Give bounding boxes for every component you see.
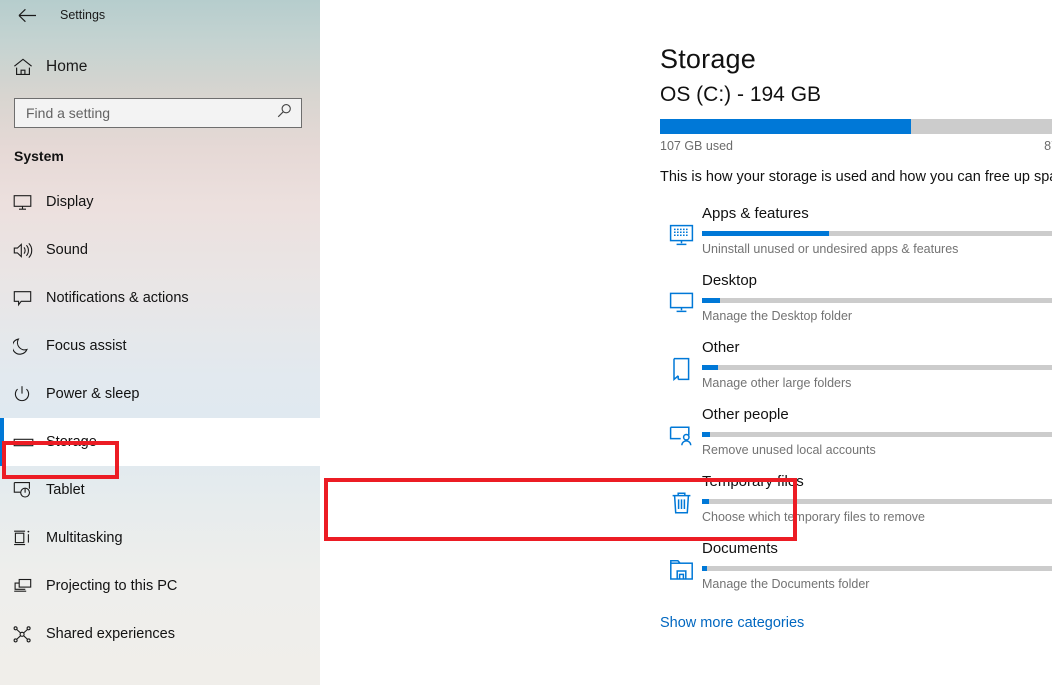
drive-name: OS (C:) - 194 GB — [660, 83, 822, 106]
drive-legend: 107 GB used 87.1 GB free — [660, 139, 1052, 153]
category-body: Other people 1.86 GB Remove unused local… — [702, 400, 1052, 467]
category-bar — [702, 499, 1052, 504]
category-description: Manage the Desktop folder — [702, 309, 853, 323]
drive-free-label: 87.1 GB free — [1044, 139, 1052, 153]
sidebar-item-display[interactable]: Display — [0, 178, 320, 226]
category-other[interactable]: Other 4.27 GB Manage other large folders — [660, 333, 1052, 400]
settings-window: Settings Home Find a setting System Disp… — [0, 0, 1052, 685]
category-bar — [702, 231, 1052, 236]
sidebar: Settings Home Find a setting System Disp… — [0, 0, 320, 685]
category-bar-fill — [702, 432, 711, 437]
search-input[interactable] — [15, 99, 301, 127]
category-apps-features[interactable]: Apps & features 33.8 GB Uninstall unused… — [660, 199, 1052, 266]
category-name: Other people — [702, 406, 789, 423]
sidebar-section-title: System — [14, 148, 64, 164]
shared-experiences-icon — [13, 625, 43, 643]
title-bar: Settings — [0, 0, 320, 30]
drive-used-label: 107 GB used — [660, 139, 733, 153]
category-name: Documents — [702, 540, 778, 557]
speaker-icon — [13, 242, 43, 259]
show-more-categories-link[interactable]: Show more categories — [660, 615, 804, 631]
category-body: Other 4.27 GB Manage other large folders — [702, 333, 1052, 400]
projecting-icon — [13, 578, 43, 595]
category-bar-fill — [702, 365, 719, 370]
apps-monitor-icon — [660, 199, 702, 266]
sidebar-item-projecting[interactable]: Projecting to this PC — [0, 562, 320, 610]
sidebar-item-label: Display — [46, 194, 94, 210]
category-description: Choose which temporary files to remove — [702, 510, 926, 524]
drive-usage-fill — [660, 119, 911, 134]
sidebar-item-shared-experiences[interactable]: Shared experiences — [0, 610, 320, 658]
moon-icon — [13, 337, 43, 355]
category-body: Temporary files 1.52 GB Choose which tem… — [702, 467, 1052, 534]
drive-usage-bar — [660, 119, 1052, 134]
category-bar — [702, 566, 1052, 571]
search-box[interactable] — [14, 98, 302, 128]
folded-page-icon — [660, 333, 702, 400]
desktop-monitor-icon — [660, 266, 702, 333]
search-icon[interactable] — [277, 103, 292, 123]
sidebar-item-label: Storage — [46, 434, 97, 450]
sidebar-item-notifications[interactable]: Notifications & actions — [0, 274, 320, 322]
sidebar-item-label: Notifications & actions — [46, 290, 189, 306]
sidebar-item-sound[interactable]: Sound — [0, 226, 320, 274]
trash-can-icon — [660, 467, 702, 534]
category-description: Manage the Documents folder — [702, 577, 870, 591]
category-body: Apps & features 33.8 GB Uninstall unused… — [702, 199, 1052, 266]
category-documents[interactable]: Documents 761 MB Manage the Documents fo… — [660, 534, 1052, 601]
sidebar-nav: Display Sound Notifications & actions Fo… — [0, 178, 320, 658]
search-container — [0, 84, 320, 128]
sidebar-item-label: Sound — [46, 242, 88, 258]
category-body: Desktop 4.79 GB Manage the Desktop folde… — [702, 266, 1052, 333]
sidebar-item-label: Shared experiences — [46, 626, 175, 642]
category-temporary-files[interactable]: Temporary files 1.52 GB Choose which tem… — [660, 467, 1052, 534]
category-description: Remove unused local accounts — [702, 443, 876, 457]
multitasking-icon — [13, 529, 43, 547]
sidebar-item-label: Power & sleep — [46, 386, 140, 402]
storage-drive-icon — [13, 436, 43, 449]
sidebar-item-label: Tablet — [46, 482, 85, 498]
user-monitor-icon — [660, 400, 702, 467]
category-name: Apps & features — [702, 205, 809, 222]
category-description: Uninstall unused or undesired apps & fea… — [702, 242, 959, 256]
sidebar-item-focus-assist[interactable]: Focus assist — [0, 322, 320, 370]
power-icon — [13, 385, 43, 403]
category-name: Desktop — [702, 272, 758, 289]
tablet-touch-icon — [13, 481, 43, 499]
category-description: Manage other large folders — [702, 376, 852, 390]
home-icon — [13, 58, 43, 76]
sidebar-item-storage[interactable]: Storage — [0, 418, 320, 466]
notification-icon — [13, 290, 43, 307]
category-name: Other — [702, 339, 740, 356]
back-arrow-icon[interactable] — [8, 2, 46, 28]
category-name: Temporary files — [702, 473, 804, 490]
sidebar-item-home[interactable]: Home — [0, 50, 320, 84]
category-bar — [702, 365, 1052, 370]
category-other-people[interactable]: Other people 1.86 GB Remove unused local… — [660, 400, 1052, 467]
sidebar-item-power-sleep[interactable]: Power & sleep — [0, 370, 320, 418]
category-bar — [702, 432, 1052, 437]
category-bar — [702, 298, 1052, 303]
main-content: Storage OS (C:) - 194 GB 107 GB used 87.… — [320, 0, 1052, 685]
category-bar-fill — [702, 298, 721, 303]
sidebar-item-label: Focus assist — [46, 338, 127, 354]
sidebar-item-tablet[interactable]: Tablet — [0, 466, 320, 514]
sidebar-item-multitasking[interactable]: Multitasking — [0, 514, 320, 562]
sidebar-item-label: Projecting to this PC — [46, 578, 178, 594]
category-desktop[interactable]: Desktop 4.79 GB Manage the Desktop folde… — [660, 266, 1052, 333]
category-bar-fill — [702, 231, 830, 236]
documents-folder-icon — [660, 534, 702, 601]
storage-category-list: Apps & features 33.8 GB Uninstall unused… — [660, 199, 1052, 601]
category-body: Documents 761 MB Manage the Documents fo… — [702, 534, 1052, 601]
intro-text: This is how your storage is used and how… — [660, 169, 1052, 185]
monitor-icon — [13, 194, 43, 211]
sidebar-home-label: Home — [46, 58, 88, 75]
category-bar-fill — [702, 499, 709, 504]
category-bar-fill — [702, 566, 708, 571]
window-title: Settings — [60, 8, 106, 22]
sidebar-item-label: Multitasking — [46, 530, 123, 546]
page-title: Storage — [660, 44, 756, 74]
